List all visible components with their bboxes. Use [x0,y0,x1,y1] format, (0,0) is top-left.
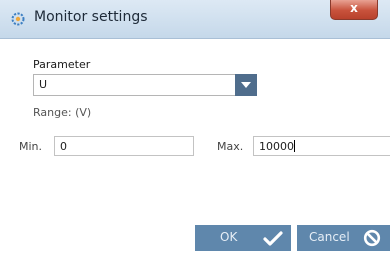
min-input-value: 0 [60,140,67,153]
dropdown-button[interactable] [235,74,257,96]
gear-icon [10,11,26,27]
close-button[interactable]: x [330,0,378,20]
min-input[interactable]: 0 [54,136,194,156]
parameter-label: Parameter [33,58,91,71]
parameter-select-value: U [39,78,48,91]
monitor-settings-dialog: Monitor settings x Parameter U Range: (V… [0,0,390,255]
min-label: Min. [19,140,43,153]
checkmark-icon [263,231,283,250]
chevron-down-icon [241,82,251,88]
range-label: Range: (V) [33,106,92,119]
parameter-select[interactable]: U [33,74,257,96]
max-label: Max. [217,140,244,153]
cancel-button-label: Cancel [309,230,350,244]
window-title: Monitor settings [34,9,148,25]
ok-button[interactable]: OK [195,225,291,251]
max-input[interactable]: 10000 [253,136,390,156]
title-bar[interactable]: Monitor settings x [0,0,390,39]
max-input-value: 10000 [259,140,294,153]
text-caret [294,140,295,152]
no-sign-icon [363,229,381,251]
cancel-button[interactable]: Cancel [297,225,390,251]
ok-button-label: OK [220,230,238,244]
close-icon: x [350,1,358,15]
